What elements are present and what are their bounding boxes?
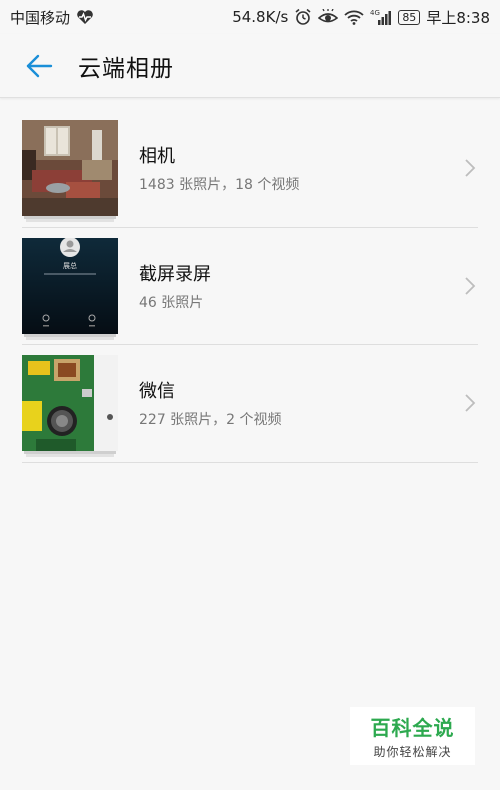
watermark-logo: 百科全说 助你轻松解决 [350,707,475,765]
album-name: 截屏录屏 [139,263,211,285]
album-name: 相机 [139,146,175,168]
album-thumbnail [22,120,118,223]
eye-comfort-icon [318,9,339,25]
album-item-wechat[interactable]: 微信 227 张照片，2 个视频 [22,345,478,463]
network-type-label: 4G [370,9,380,17]
page-title: 云端相册 [78,55,174,82]
chevron-right-icon [456,393,476,413]
chevron-right-icon [456,158,476,178]
screenshots-thumbnail-image: 展总 [22,237,118,334]
album-list: 相机 1483 张照片，18 个视频 展总 截屏录屏 46 张照片 微信 227… [0,98,500,463]
album-count: 227 张照片，2 个视频 [139,412,282,429]
camera-thumbnail-image [22,120,118,217]
back-button[interactable] [22,49,56,83]
album-count: 46 张照片 [139,294,204,311]
battery-indicator: 85 [398,9,421,25]
alarm-icon [294,8,312,26]
screenshot-contact-name: 展总 [63,261,77,270]
status-left: 中国移动 [10,7,94,28]
status-right: 54.8K/s 4G 85 早上8:38 [232,7,490,28]
back-arrow-icon [26,54,53,77]
wifi-icon [344,9,364,25]
heart-rate-icon [76,9,94,25]
album-info: 相机 1483 张照片，18 个视频 [139,142,456,194]
clock: 早上8:38 [426,8,490,27]
album-info: 微信 227 张照片，2 个视频 [139,377,456,429]
album-thumbnail: 展总 [22,237,118,340]
album-item-camera[interactable]: 相机 1483 张照片，18 个视频 [22,110,478,228]
carrier-label: 中国移动 [10,8,71,27]
watermark-subtitle: 助你轻松解决 [373,745,452,759]
album-name: 微信 [139,381,175,403]
app-bar: 云端相册 [0,34,500,98]
album-item-screenshots[interactable]: 展总 截屏录屏 46 张照片 [22,228,478,345]
chevron-right-icon [456,276,476,296]
status-bar: 中国移动 54.8K/s 4G 85 早上8:38 [0,0,500,34]
album-info: 截屏录屏 46 张照片 [139,260,456,312]
signal-icon: 4G [370,9,392,25]
album-count: 1483 张照片，18 个视频 [139,177,300,194]
wechat-thumbnail-image [22,355,118,452]
watermark-title: 百科全说 [370,716,455,740]
album-thumbnail [22,355,118,458]
network-speed: 54.8K/s [232,8,289,26]
